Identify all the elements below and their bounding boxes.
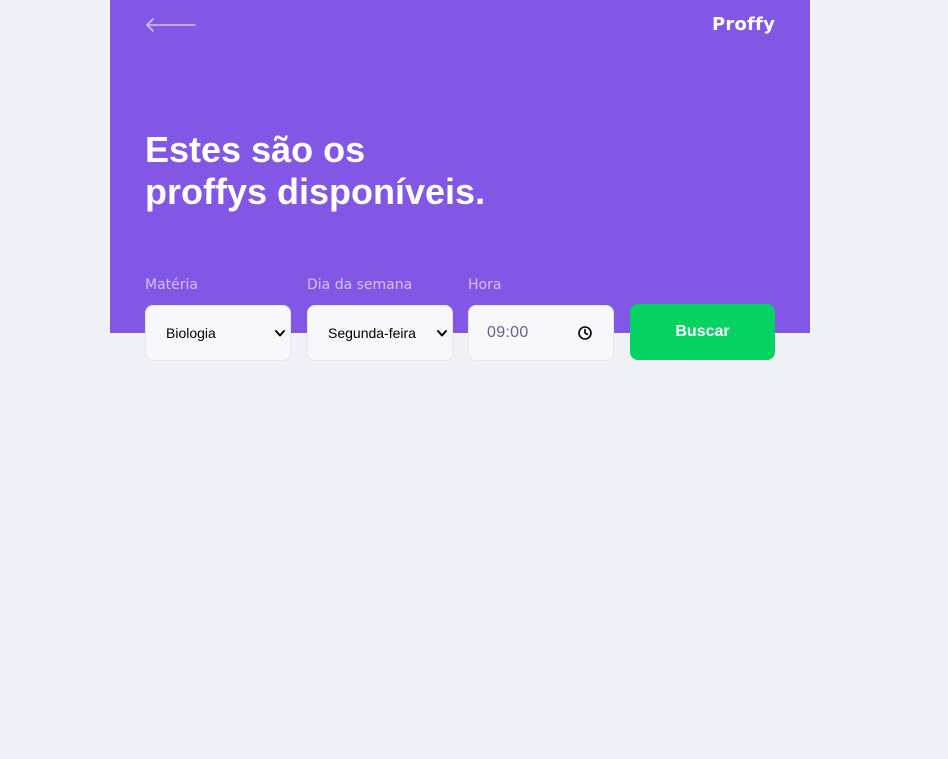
top-bar: Proffy	[145, 14, 775, 36]
subject-label: Matéria	[145, 277, 198, 293]
back-button[interactable]	[145, 14, 197, 36]
page-title: Estes são os proffys disponíveis.	[145, 129, 525, 213]
time-label: Hora	[468, 277, 502, 293]
chevron-down-icon	[437, 330, 447, 337]
subject-field: Matéria Biologia	[145, 276, 291, 361]
subject-select-value: Biologia	[166, 325, 216, 341]
weekday-label: Dia da semana	[307, 277, 413, 293]
logo[interactable]: Proffy	[712, 14, 775, 36]
search-button[interactable]: Buscar	[630, 304, 775, 360]
chevron-down-icon	[275, 330, 285, 337]
weekday-field: Dia da semana Segunda-feira	[307, 276, 453, 361]
subject-select[interactable]: Biologia	[145, 305, 291, 361]
time-input[interactable]: 09:00	[468, 305, 614, 361]
weekday-select[interactable]: Segunda-feira	[307, 305, 453, 361]
time-field: Hora 09:00	[468, 276, 614, 361]
page-title-line-1: Estes são os	[145, 129, 366, 170]
page-title-line-2: proffys disponíveis.	[145, 171, 486, 212]
arrow-left-icon	[146, 18, 196, 32]
weekday-select-value: Segunda-feira	[328, 325, 416, 341]
clock-icon[interactable]	[577, 325, 593, 341]
search-teachers-form: Matéria Biologia Dia da semana Segunda-f…	[145, 276, 775, 366]
time-input-value: 09:00	[487, 324, 529, 341]
